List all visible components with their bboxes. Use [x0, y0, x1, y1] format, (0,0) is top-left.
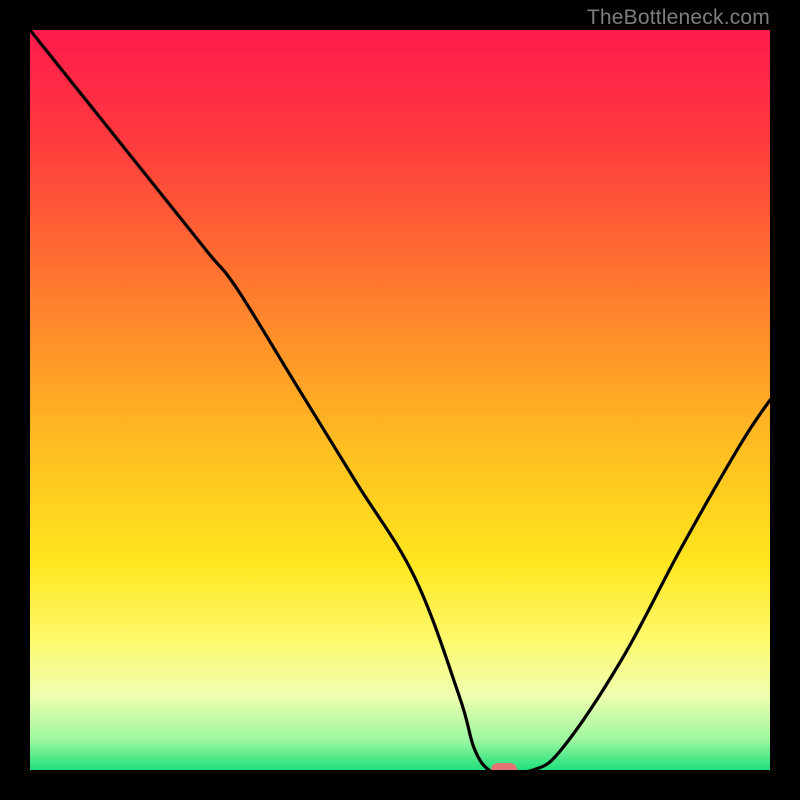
attribution-text: TheBottleneck.com — [587, 6, 770, 30]
plot-area — [30, 30, 770, 770]
optimal-point-marker — [491, 763, 517, 770]
bottleneck-curve — [30, 30, 770, 770]
chart-outer-frame: TheBottleneck.com — [0, 0, 800, 800]
